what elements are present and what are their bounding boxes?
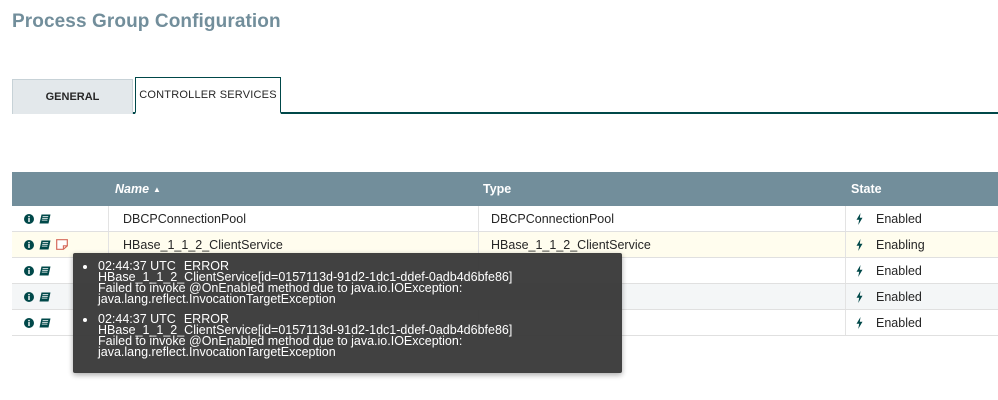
row-state: Enabling — [846, 232, 998, 257]
state-label: Enabled — [876, 315, 922, 330]
bulletin-message: java.lang.reflect.InvocationTargetExcept… — [98, 345, 336, 359]
bulletin-message: java.lang.reflect.InvocationTargetExcept… — [98, 292, 336, 306]
lightning-icon — [856, 290, 863, 303]
table-row[interactable]: DBCPConnectionPool DBCPConnectionPool En… — [12, 206, 998, 232]
bulletin-entry: 02:44:37 UTC ERROR HBase_1_1_2_ClientServ… — [83, 313, 622, 359]
lightning-icon — [856, 264, 863, 277]
state-label: Enabled — [876, 289, 922, 304]
tab-bar: GENERAL CONTROLLER SERVICES — [12, 77, 998, 114]
bulletin-tooltip: 02:44:37 UTC ERROR HBase_1_1_2_ClientServ… — [73, 253, 622, 373]
info-icon[interactable] — [24, 291, 34, 302]
sort-ascending-icon: ▲ — [153, 184, 161, 194]
tab-controller-services[interactable]: CONTROLLER SERVICES — [135, 77, 281, 114]
lightning-icon — [856, 212, 863, 225]
row-state: Enabled — [846, 258, 998, 283]
page-title: Process Group Configuration — [12, 11, 281, 32]
row-actions — [12, 206, 109, 231]
info-icon[interactable] — [24, 265, 34, 276]
row-state: Enabled — [846, 284, 998, 309]
lightning-icon — [856, 238, 863, 251]
book-icon[interactable] — [39, 240, 51, 250]
row-name: DBCPConnectionPool — [109, 206, 479, 231]
row-type: DBCPConnectionPool — [479, 206, 846, 231]
info-icon[interactable] — [24, 213, 34, 224]
bulletin-icon[interactable] — [56, 239, 68, 250]
book-icon[interactable] — [39, 292, 51, 302]
info-icon[interactable] — [24, 239, 34, 250]
info-icon[interactable] — [24, 317, 34, 328]
lightning-icon — [856, 316, 863, 329]
tab-general[interactable]: GENERAL — [12, 79, 133, 114]
state-label: Enabling — [876, 237, 925, 252]
column-header-type[interactable]: Type — [479, 172, 846, 206]
column-header-name-label: Name — [115, 182, 150, 196]
state-label: Enabled — [876, 211, 922, 226]
column-header-state[interactable]: State — [846, 172, 998, 206]
book-icon[interactable] — [39, 318, 51, 328]
table-header: Name ▲ Type State — [12, 172, 998, 206]
state-label: Enabled — [876, 263, 922, 278]
header-actions — [12, 172, 109, 206]
row-state: Enabled — [846, 310, 998, 335]
bulletin-entry: 02:44:37 UTC ERROR HBase_1_1_2_ClientServ… — [83, 260, 622, 306]
column-header-name[interactable]: Name ▲ — [109, 172, 479, 206]
row-state: Enabled — [846, 206, 998, 231]
book-icon[interactable] — [39, 214, 51, 224]
book-icon[interactable] — [39, 266, 51, 276]
